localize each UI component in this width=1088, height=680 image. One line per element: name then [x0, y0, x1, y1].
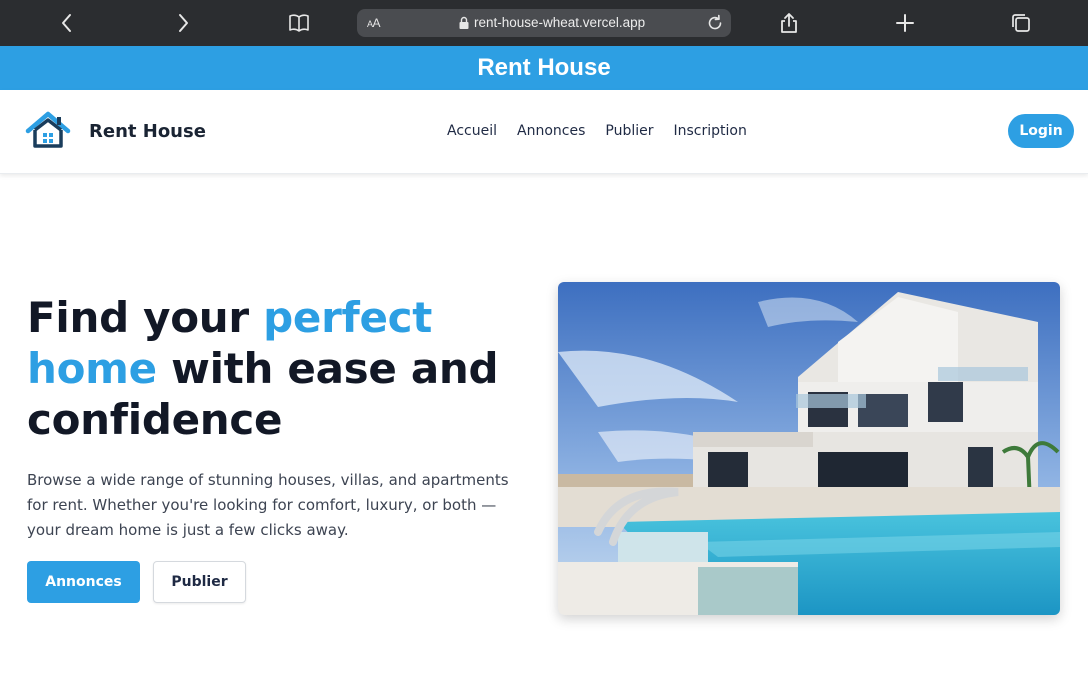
bookmarks-icon[interactable]	[287, 11, 311, 35]
brand-name[interactable]: Rent House	[89, 121, 206, 142]
nav-links: Accueil Annonces Publier Inscription	[447, 123, 747, 139]
hero-title: Find your perfect home with ease and con…	[27, 292, 547, 445]
share-icon[interactable]	[777, 11, 801, 35]
hero-title-part1: Find your	[27, 293, 264, 342]
house-logo-icon[interactable]	[24, 110, 72, 150]
nav-link-inscription[interactable]: Inscription	[673, 123, 746, 139]
nav-link-publier[interactable]: Publier	[605, 123, 653, 139]
back-icon[interactable]	[55, 11, 79, 35]
tabs-icon[interactable]	[1009, 11, 1033, 35]
hero-description: Browse a wide range of stunning houses, …	[27, 471, 509, 539]
annonces-button[interactable]: Annonces	[27, 561, 140, 603]
text-size-button[interactable]: AA	[367, 16, 381, 30]
main-navbar: Rent House Accueil Annonces Publier Insc…	[0, 90, 1088, 174]
login-button[interactable]: Login	[1008, 114, 1074, 148]
nav-link-accueil[interactable]: Accueil	[447, 123, 497, 139]
browser-toolbar: AA rent-house-wheat.vercel.app	[0, 0, 1088, 46]
url-text: rent-house-wheat.vercel.app	[474, 15, 646, 30]
site-banner: Rent House	[0, 46, 1088, 90]
lock-icon	[458, 16, 470, 30]
new-tab-icon[interactable]	[893, 11, 917, 35]
forward-icon[interactable]	[171, 11, 195, 35]
reload-icon[interactable]	[705, 13, 725, 33]
nav-link-annonces[interactable]: Annonces	[517, 123, 585, 139]
hero-villa-image	[558, 282, 1060, 615]
address-bar[interactable]: AA rent-house-wheat.vercel.app	[357, 9, 731, 37]
publier-button[interactable]: Publier	[153, 561, 246, 603]
banner-title: Rent House	[477, 54, 611, 81]
